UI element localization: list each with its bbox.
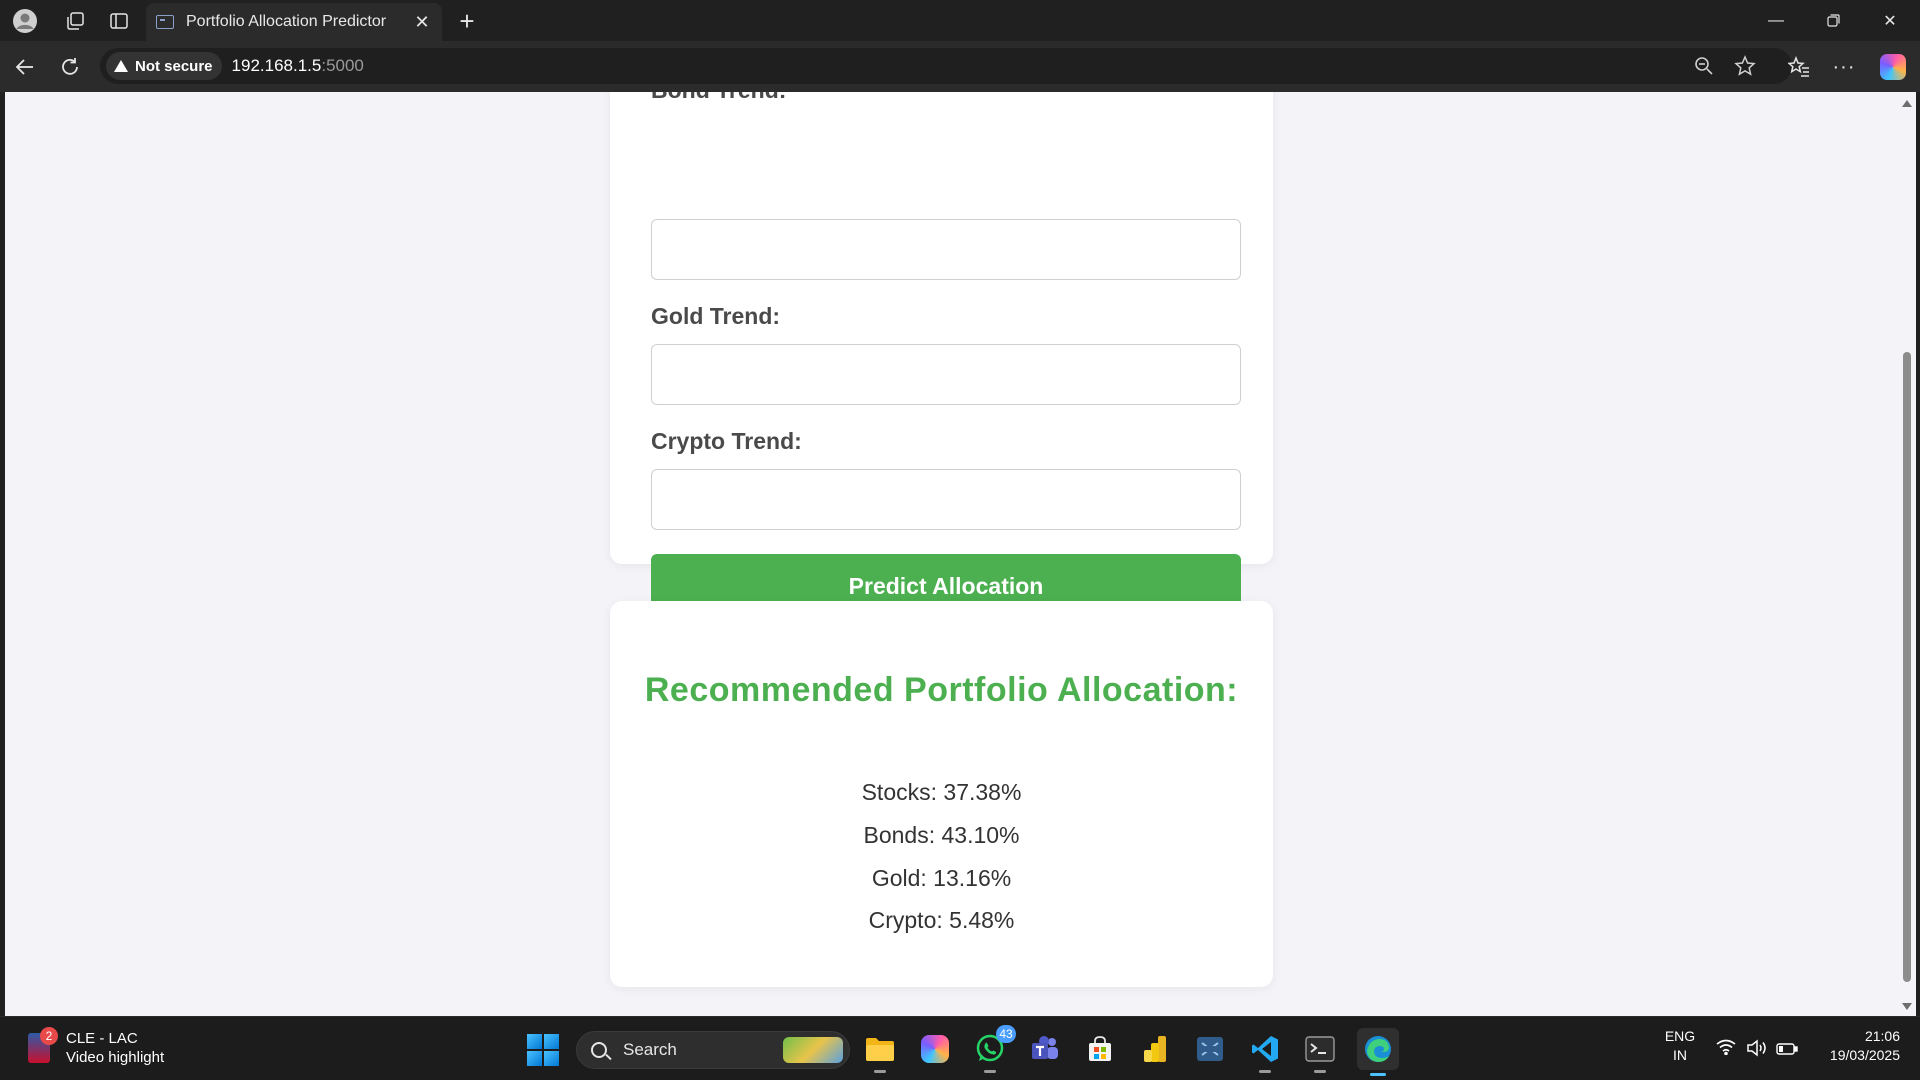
tab-actions-icon[interactable]	[104, 6, 134, 36]
whatsapp-badge: 43	[996, 1025, 1016, 1043]
search-icon	[591, 1042, 607, 1058]
address-bar[interactable]: Not secure 192.168.1.5:5000	[100, 48, 1792, 84]
remote-desktop-icon[interactable]	[1192, 1031, 1228, 1067]
tab-title: Portfolio Allocation Predictor	[186, 13, 387, 30]
back-icon[interactable]	[8, 50, 42, 84]
scroll-up-icon[interactable]	[1902, 100, 1912, 107]
favorites-icon[interactable]	[1782, 50, 1816, 84]
widget-subtitle: Video highlight	[66, 1049, 165, 1066]
widget-badge: 2	[40, 1027, 58, 1045]
whatsapp-icon[interactable]: 43	[972, 1025, 1016, 1073]
bonds-allocation: Bonds: 43.10%	[863, 822, 1020, 848]
url-port: :5000	[321, 56, 364, 75]
scroll-thumb[interactable]	[1903, 352, 1911, 982]
scroll-down-icon[interactable]	[1902, 1003, 1912, 1010]
sports-widget[interactable]: 2 CLE - LAC Video highlight	[28, 1027, 165, 1067]
language-indicator[interactable]: ENG IN	[1660, 1027, 1700, 1065]
clock-date: 19/03/2025	[1829, 1047, 1900, 1063]
windows-taskbar: 2 CLE - LAC Video highlight Search 43 EN…	[0, 1016, 1920, 1080]
security-label: Not secure	[135, 57, 213, 75]
terminal-icon[interactable]	[1302, 1031, 1338, 1073]
bond-trend-input[interactable]	[651, 219, 1241, 280]
search-label: Search	[623, 1040, 677, 1059]
browser-title-bar: Portfolio Allocation Predictor ✕ + — ✕	[0, 0, 1920, 41]
close-tab-icon[interactable]: ✕	[408, 8, 436, 36]
zoom-out-icon[interactable]	[1690, 52, 1718, 80]
gold-trend-label: Gold Trend:	[651, 303, 781, 329]
minimize-icon[interactable]: —	[1748, 0, 1804, 41]
language-secondary: IN	[1673, 1047, 1687, 1063]
gold-trend-input[interactable]	[651, 344, 1241, 405]
battery-icon[interactable]	[1776, 1041, 1798, 1061]
vertical-scrollbar[interactable]	[1898, 92, 1916, 1016]
favorite-star-icon[interactable]	[1731, 52, 1759, 80]
teams-icon[interactable]	[1027, 1031, 1063, 1067]
more-options-icon[interactable]: ···	[1827, 50, 1861, 84]
taskbar-search[interactable]: Search	[576, 1031, 850, 1069]
stocks-allocation: Stocks: 37.38%	[861, 779, 1022, 805]
wifi-icon[interactable]	[1716, 1039, 1736, 1060]
close-window-icon[interactable]: ✕	[1862, 0, 1918, 41]
edge-browser-icon[interactable]	[1357, 1028, 1399, 1076]
url-text[interactable]: 192.168.1.5:5000	[232, 56, 364, 76]
gold-allocation: Gold: 13.16%	[871, 865, 1012, 891]
profile-icon[interactable]	[10, 6, 40, 36]
widget-title: CLE - LAC	[66, 1030, 138, 1047]
volume-icon[interactable]	[1746, 1039, 1768, 1062]
bond-trend-label: Bond Trend:	[651, 92, 786, 104]
nba-logo-icon: 2	[28, 1027, 58, 1063]
tab-portfolio-predictor[interactable]: Portfolio Allocation Predictor ✕	[146, 3, 442, 41]
browser-toolbar: Not secure 192.168.1.5:5000 ···	[0, 41, 1920, 92]
copilot-icon[interactable]	[1880, 54, 1906, 80]
workspaces-icon[interactable]	[60, 6, 90, 36]
refresh-icon[interactable]	[53, 50, 87, 84]
power-bi-icon[interactable]	[1137, 1031, 1173, 1067]
microsoft-store-icon[interactable]	[1082, 1031, 1118, 1067]
file-explorer-icon[interactable]	[862, 1031, 898, 1073]
clock-time: 21:06	[1864, 1028, 1900, 1044]
security-indicator[interactable]: Not secure	[106, 52, 222, 80]
new-tab-icon[interactable]: +	[452, 6, 482, 36]
search-highlight-icon	[783, 1037, 843, 1063]
trend-form-card: Bond Trend: Gold Trend: Crypto Trend: Pr…	[610, 92, 1273, 619]
page-viewport: Bond Trend: Gold Trend: Crypto Trend: Pr…	[5, 92, 1898, 1016]
language-primary: ENG	[1664, 1028, 1696, 1044]
restore-icon[interactable]	[1805, 0, 1861, 41]
windows-start-icon[interactable]	[527, 1034, 559, 1066]
clock[interactable]: 21:06 19/03/2025	[1810, 1027, 1900, 1065]
url-host: 192.168.1.5	[231, 56, 322, 75]
terminal-favicon-icon	[156, 15, 174, 29]
warning-icon	[114, 60, 128, 72]
crypto-trend-label: Crypto Trend:	[651, 428, 802, 454]
copilot-app-icon[interactable]	[917, 1031, 953, 1067]
allocation-result-card: Recommended Portfolio Allocation: Stocks…	[610, 601, 1273, 987]
result-title: Recommended Portfolio Allocation:	[644, 671, 1239, 709]
vs-code-icon[interactable]	[1247, 1031, 1283, 1073]
crypto-trend-input[interactable]	[651, 469, 1241, 530]
crypto-allocation: Crypto: 5.48%	[868, 907, 1015, 933]
